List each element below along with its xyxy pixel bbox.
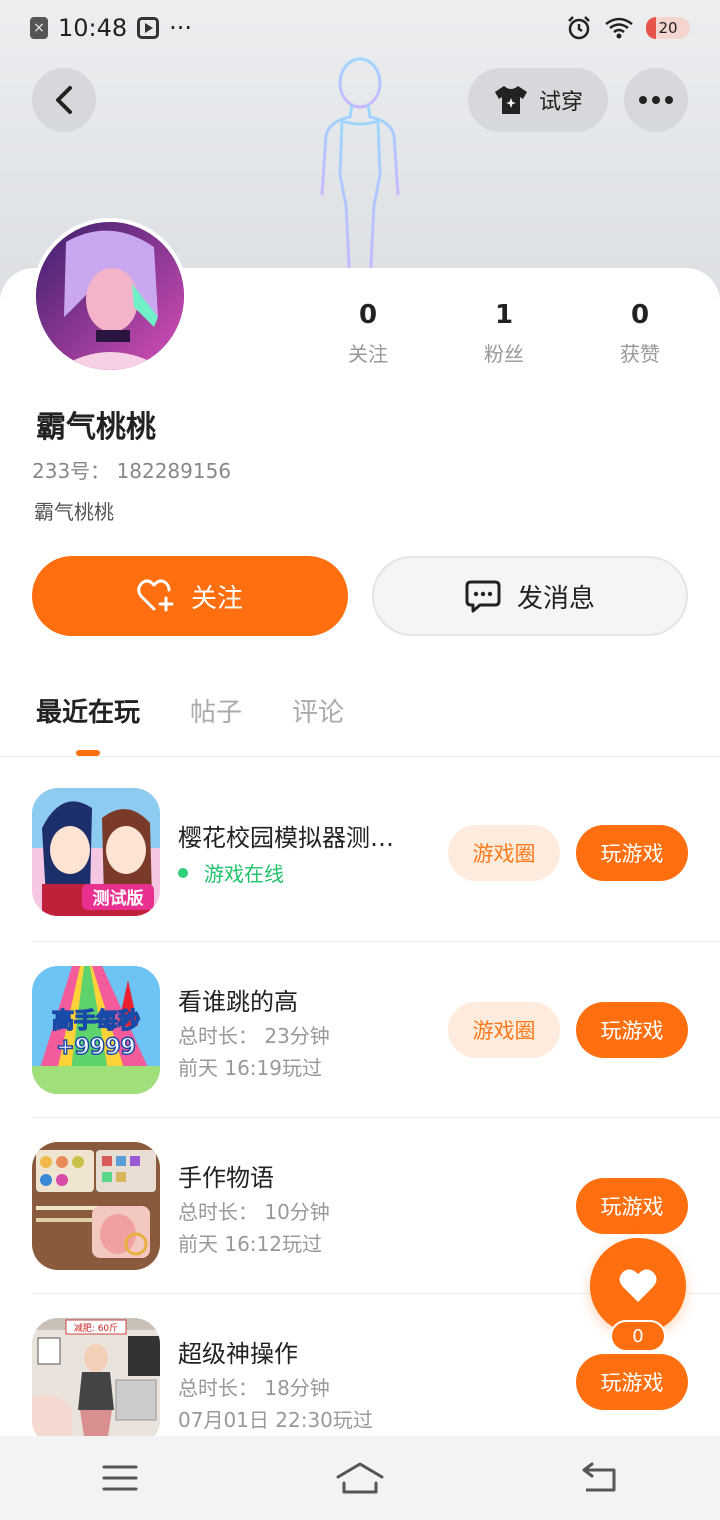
game-list-item[interactable]: 测试版 樱花校园模拟器测… 游戏在线 游戏圈 玩游戏 [0,766,720,942]
follow-button[interactable]: 关注 [32,556,348,636]
try-on-button[interactable]: 试穿 [468,68,608,132]
floating-like-count: 0 [610,1320,666,1352]
game-circle-button[interactable]: 游戏圈 [448,825,560,881]
stat-followers[interactable]: 1 粉丝 [436,300,572,367]
avatar-hologram [320,57,400,285]
user-bio: 霸气桃桃 [34,500,114,524]
system-navigation-bar [0,1436,720,1520]
stat-following-count: 0 [358,300,378,330]
stat-followers-label: 粉丝 [484,342,524,366]
online-dot-icon [178,867,188,878]
try-on-label: 试穿 [538,90,583,115]
nav-menu-button[interactable] [90,1458,150,1498]
stat-following-label: 关注 [348,342,388,366]
game-icon [32,1142,160,1270]
game-online-label: 游戏在线 [204,862,284,886]
avatar-image [36,222,184,370]
game-icon-badge-text: 测试版 [93,888,144,909]
game-total-duration: 总时长： 10分钟 [178,1200,330,1224]
game-title: 超级神操作 [178,1340,298,1368]
battery-indicator: 20 [646,17,690,39]
game-last-played: 07月01日 22:30玩过 [178,1408,373,1432]
stat-likes-count: 0 [630,300,650,330]
shirt-icon [494,86,527,114]
avatar[interactable] [32,218,188,374]
wifi-icon [605,17,633,39]
game-circle-button[interactable]: 游戏圈 [448,1002,560,1058]
game-last-played: 前天 16:19玩过 [178,1056,322,1080]
game-last-played: 前天 16:12玩过 [178,1232,322,1256]
menu-icon [102,1465,138,1491]
heart-icon [619,1269,657,1302]
game-online-status: 游戏在线 [178,858,284,887]
back-arrow-icon [582,1462,616,1492]
game-icon-text-2: +9999 [56,1035,136,1060]
more-options-button[interactable] [624,68,688,132]
home-icon [336,1462,384,1494]
game-list-item[interactable]: 高手每秒 +9999 看谁跳的高 总时长： 23分钟 前天 16:19玩过 游戏… [0,942,720,1118]
game-icon-text-1: 高手每秒 [52,1008,140,1034]
status-more-dots: ··· [169,14,193,42]
follow-label: 关注 [190,583,243,614]
stat-followers-count: 1 [494,300,514,330]
stat-likes[interactable]: 0 获赞 [572,300,708,367]
play-game-button[interactable]: 玩游戏 [576,1002,688,1058]
username: 霸气桃桃 [36,410,156,445]
game-title: 樱花校园模拟器测… [178,824,394,852]
profile-stats: 0 关注 1 粉丝 0 获赞 [300,300,720,367]
stat-following[interactable]: 0 关注 [300,300,436,367]
tab-comments[interactable]: 评论 [292,692,344,729]
stat-likes-label: 获赞 [620,342,660,366]
game-icon: 减肥: 60斤 [32,1318,160,1446]
game-icon-art: 测试版 [32,788,160,916]
game-icon: 测试版 [32,788,160,916]
tab-posts[interactable]: 帖子 [190,692,242,729]
nav-back-button[interactable] [570,1458,630,1498]
game-total-duration: 总时长： 18分钟 [178,1376,330,1400]
status-bar: × 10:48 ··· 20 [0,0,720,56]
game-icon-art: 高手每秒 +9999 [32,966,160,1094]
media-play-icon [137,17,160,39]
notification-icon: × [30,17,48,39]
send-message-button[interactable]: 发消息 [372,556,688,636]
game-icon-badge-text: 减肥: 60斤 [74,1322,118,1334]
send-message-label: 发消息 [516,583,595,614]
profile-tabs: 最近在玩 帖子 评论 [36,692,344,729]
user-id: 233号： 182289156 [32,459,232,483]
chevron-left-icon [56,86,72,114]
play-game-button[interactable]: 玩游戏 [576,825,688,881]
game-title: 手作物语 [178,1164,274,1192]
game-icon: 高手每秒 +9999 [32,966,160,1094]
game-title: 看谁跳的高 [178,988,298,1016]
status-time: 10:48 [58,14,128,42]
tab-recently-played[interactable]: 最近在玩 [36,692,140,729]
game-icon-art: 减肥: 60斤 [32,1318,160,1446]
heart-plus-icon [137,579,174,612]
tabs-divider [0,756,720,757]
more-dots-icon [639,96,673,104]
back-button[interactable] [32,68,96,132]
nav-home-button[interactable] [330,1458,390,1498]
play-game-button[interactable]: 玩游戏 [576,1354,688,1410]
game-icon-art [32,1142,160,1270]
game-total-duration: 总时长： 23分钟 [178,1024,330,1048]
play-game-button[interactable]: 玩游戏 [576,1178,688,1234]
chat-bubble-icon [465,580,501,613]
alarm-icon [568,16,590,40]
